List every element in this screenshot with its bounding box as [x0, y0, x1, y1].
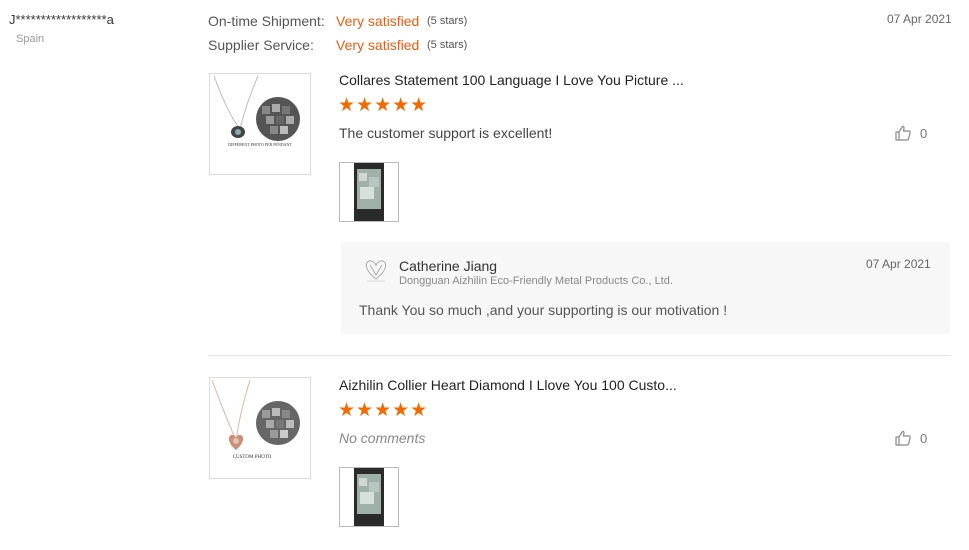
seller-logo-icon: [365, 260, 387, 282]
product-image-icon: DIFFERENT PHOTO PER PENDANT: [213, 75, 300, 147]
review-photo-icon: [340, 468, 398, 526]
product-image-icon: CUSTOM PHOTO: [211, 379, 300, 460]
rating-stars-shipment: (5 stars): [427, 15, 468, 27]
seller-reply: Catherine Jiang Dongguan Aizhilin Eco-Fr…: [341, 242, 950, 334]
rating-label-service: Supplier Service:: [208, 37, 314, 53]
review-divider: [208, 355, 951, 356]
rating-value-service: Very satisfied: [336, 37, 420, 53]
reviewer-name: J******************a: [9, 12, 114, 27]
reply-text: Thank You so much ,and your supporting i…: [359, 302, 728, 318]
review-text: No comments: [339, 430, 426, 446]
reply-author-name: Catherine Jiang: [399, 258, 498, 274]
review-photo[interactable]: [339, 162, 399, 222]
thumbs-up-icon: [895, 430, 911, 446]
thumbs-up-icon: [895, 125, 911, 141]
product-thumbnail[interactable]: DIFFERENT PHOTO PER PENDANT: [209, 73, 311, 175]
reviewer-country: Spain: [16, 33, 45, 45]
product-title[interactable]: Collares Statement 100 Language I Love Y…: [339, 72, 684, 88]
review-date: 07 Apr 2021: [887, 12, 952, 26]
reply-company: Dongguan Aizhilin Eco-Friendly Metal Pro…: [399, 275, 673, 287]
product-title[interactable]: Aizhilin Collier Heart Diamond I Llove Y…: [339, 377, 677, 393]
rating-label-shipment: On-time Shipment:: [208, 13, 325, 29]
rating-value-shipment: Very satisfied: [336, 13, 420, 29]
like-count: 0: [920, 430, 928, 446]
reply-date: 07 Apr 2021: [866, 257, 931, 271]
review-photo[interactable]: [339, 467, 399, 527]
svg-text:DIFFERENT PHOTO PER PENDANT: DIFFERENT PHOTO PER PENDANT: [228, 142, 292, 147]
product-thumbnail[interactable]: CUSTOM PHOTO: [209, 377, 311, 479]
like-button[interactable]: 0: [894, 124, 927, 142]
svg-text:CUSTOM PHOTO: CUSTOM PHOTO: [233, 455, 272, 460]
rating-stars-service: (5 stars): [427, 39, 468, 51]
like-button[interactable]: 0: [894, 429, 927, 447]
review-text: The customer support is excellent!: [339, 125, 553, 141]
star-rating: ★★★★★: [338, 95, 429, 116]
like-count: 0: [920, 125, 928, 141]
star-rating: ★★★★★: [338, 400, 429, 421]
review-photo-icon: [340, 163, 398, 221]
